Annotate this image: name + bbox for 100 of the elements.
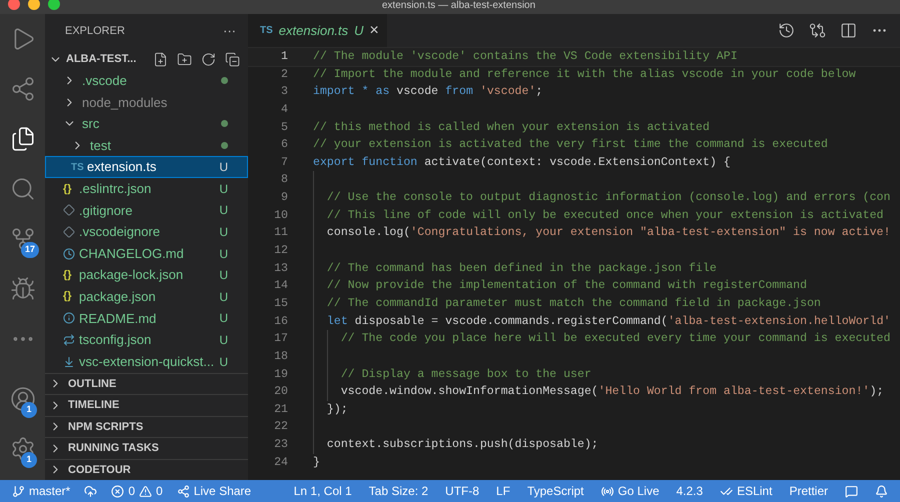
file-row[interactable]: CHANGELOG.md U — [45, 242, 248, 264]
window-title: extension.ts — alba-test-extension — [382, 0, 536, 12]
line-number: 22 — [273, 419, 288, 436]
line-number: 19 — [273, 366, 288, 383]
file-row[interactable]: {} .eslintrc.json U — [45, 178, 248, 200]
file-row[interactable]: README.md U — [45, 308, 248, 330]
file-row[interactable]: TS extension.ts U — [45, 156, 248, 178]
status-item[interactable]: 0 — [139, 482, 163, 500]
minimize-window-button[interactable] — [28, 0, 40, 10]
account-icon[interactable] — [10, 386, 36, 412]
status-item[interactable]: 0 — [111, 482, 136, 500]
split-editor-icon[interactable] — [840, 22, 857, 39]
line-number: 3 — [280, 84, 288, 100]
folder-row[interactable]: test — [45, 134, 248, 156]
more-actions-button[interactable]: ··· — [223, 21, 236, 41]
ts-file-icon: TS — [260, 23, 273, 38]
json-file-icon: {} — [63, 180, 72, 198]
code-line: vscode.window.showInformationMessage('Hello World from alba-test-extension!'); — [340, 385, 884, 398]
status-item[interactable]: master* — [12, 482, 70, 500]
git-status: U — [354, 22, 364, 40]
line-number: 24 — [273, 454, 288, 471]
file-row[interactable]: .gitignore U — [45, 200, 248, 222]
git-status: U — [219, 159, 228, 176]
status-item[interactable] — [875, 484, 888, 498]
status-item[interactable]: UTF-8 — [445, 482, 480, 500]
file-name: package-lock.json — [79, 266, 184, 284]
file-name: extension.ts — [87, 158, 158, 176]
line-number: 18 — [273, 348, 288, 365]
code-line: // The module 'vscode' contains the VS Code extensibility API — [313, 50, 738, 63]
folder-row[interactable]: node_modules — [45, 92, 248, 114]
cloud-icon — [84, 484, 98, 498]
git-status: U — [219, 267, 228, 284]
status-item[interactable]: 4.2.3 — [676, 482, 703, 500]
settings-icon[interactable] — [10, 436, 36, 462]
git-status: U — [219, 354, 228, 371]
code-line: } — [313, 456, 320, 469]
file-row[interactable]: {} package-lock.json U — [45, 264, 248, 286]
line-number: 10 — [273, 208, 288, 224]
editor-tab[interactable]: TS extension.ts U × — [248, 14, 387, 47]
folder-header[interactable]: ALBA-TEST... — [45, 48, 248, 70]
zoom-window-button[interactable] — [48, 0, 60, 10]
git-status: U — [219, 202, 228, 220]
status-item[interactable]: Live Share — [176, 482, 252, 500]
clock-icon — [63, 248, 75, 260]
diamond-icon — [63, 226, 75, 238]
section-header[interactable]: TIMELINE — [45, 394, 248, 416]
code-line: import * as vscode from 'vscode'; — [313, 85, 543, 98]
close-window-button[interactable] — [8, 0, 20, 10]
file-name: README.md — [79, 310, 158, 328]
section-title: RUNNING TASKS — [68, 441, 159, 456]
status-item[interactable]: ESLint — [720, 482, 772, 500]
line-number: 14 — [273, 278, 288, 294]
file-row[interactable]: {} package.json U — [45, 286, 248, 308]
section-header[interactable]: NPM SCRIPTS — [45, 416, 248, 437]
file-name: package.json — [79, 288, 157, 306]
arrows-icon — [63, 334, 75, 346]
file-name: .vscodeignore — [79, 223, 161, 242]
search-icon[interactable] — [10, 176, 36, 202]
status-item[interactable]: Tab Size: 2 — [368, 482, 428, 500]
close-tab-button[interactable]: × — [370, 22, 379, 38]
status-item[interactable]: Ln 1, Col 1 — [294, 482, 352, 500]
folder-row[interactable]: .vscode — [45, 70, 248, 92]
status-item[interactable]: Prettier — [789, 482, 828, 500]
status-item[interactable]: Go Live — [600, 482, 660, 500]
code-line: context.subscriptions.push(disposable); — [326, 438, 598, 452]
warning-icon — [139, 484, 152, 498]
code-line: export function activate(context: vscode.ExtensionContext) { — [313, 156, 730, 169]
folder-row[interactable]: src — [45, 113, 248, 135]
refresh-icon[interactable] — [201, 52, 216, 66]
section-header[interactable]: OUTLINE — [45, 372, 248, 394]
status-item[interactable] — [845, 484, 858, 498]
code-line: // The command has been defined in the package.json file — [326, 262, 717, 275]
new-file-icon[interactable] — [153, 52, 168, 66]
status-item[interactable]: LF — [496, 482, 510, 500]
line-number: 5 — [280, 120, 288, 136]
file-row[interactable]: vsc-extension-quickst... U — [45, 350, 248, 372]
share-icon[interactable] — [10, 76, 36, 102]
file-row[interactable]: tsconfig.json U — [45, 329, 248, 351]
collapse-icon[interactable] — [225, 52, 240, 66]
bug-icon[interactable] — [10, 276, 36, 302]
line-number: 7 — [280, 154, 288, 171]
line-number: 23 — [273, 437, 288, 454]
file-row[interactable]: .vscodeignore U — [45, 221, 248, 243]
new-folder-icon[interactable] — [177, 52, 192, 66]
sidebar-title: EXPLORER — [65, 24, 125, 39]
line-number: 2 — [280, 66, 288, 83]
line-number: 15 — [273, 296, 288, 312]
status-item[interactable]: TypeScript — [527, 482, 584, 500]
compare-icon[interactable] — [809, 22, 826, 39]
section-header[interactable]: RUNNING TASKS — [45, 437, 248, 458]
files-icon[interactable] — [10, 126, 36, 152]
line-number: 16 — [273, 314, 288, 330]
checks-icon — [720, 484, 733, 498]
file-name: src — [82, 115, 100, 134]
history-icon[interactable] — [778, 22, 795, 39]
branch-icon — [12, 484, 25, 498]
code-line: // Display a message box to the user — [340, 368, 592, 381]
code-line: // The code you place here will be executed every time your command is executed — [340, 332, 890, 346]
git-status: U — [219, 224, 228, 241]
status-item[interactable] — [84, 484, 98, 498]
